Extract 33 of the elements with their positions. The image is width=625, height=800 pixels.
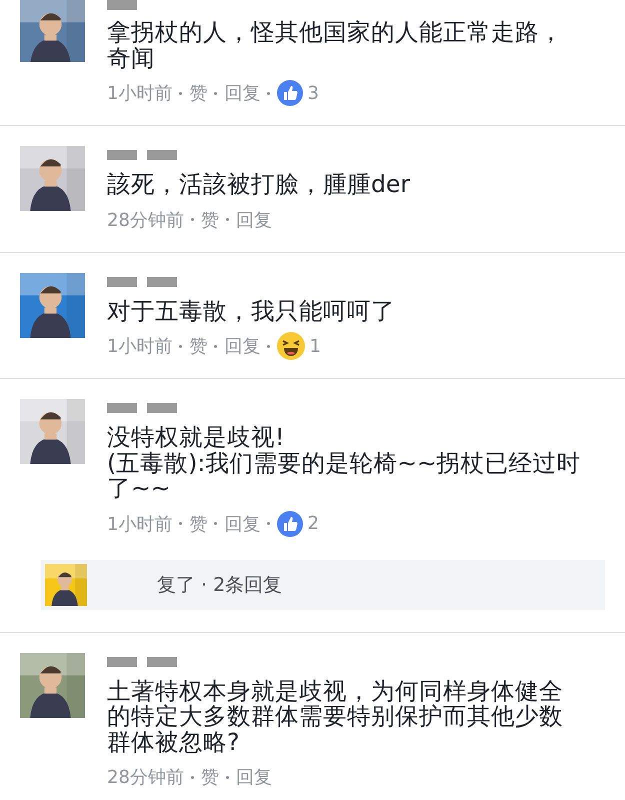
timestamp: 1小时前 — [107, 512, 172, 536]
like-link[interactable]: 赞 — [189, 334, 208, 358]
replies-bar[interactable]: 复了 · 2条回复 — [41, 560, 605, 610]
redaction-mark — [147, 150, 177, 160]
comment-text: 土著特权本身就是歧视，为何同样身体健全的特定大多数群体需要特别保护而其他少数群体被忽略? — [107, 678, 564, 755]
comment-text: 該死，活該被打臉，腫腫der — [107, 172, 412, 198]
timestamp: 28分钟前 — [107, 766, 184, 789]
reply-link[interactable]: 回复 — [224, 334, 260, 358]
reply-link[interactable]: 回复 — [236, 208, 272, 232]
timestamp: 28分钟前 — [107, 208, 184, 232]
like-link[interactable]: 赞 — [189, 81, 208, 105]
timestamp: 1小时前 — [107, 335, 172, 358]
reply-link[interactable]: 回复 — [224, 512, 260, 536]
like-link[interactable]: 赞 — [200, 208, 219, 232]
redaction-mark — [147, 276, 177, 286]
reply-link[interactable]: 回复 — [224, 81, 260, 105]
timestamp: 1小时前 — [107, 82, 172, 105]
reaction-count: 3 — [307, 82, 319, 104]
redaction-mark — [107, 150, 137, 160]
reply-link[interactable]: 回复 — [236, 765, 272, 789]
redaction-mark — [107, 0, 137, 10]
reaction-count: 1 — [309, 336, 321, 356]
redaction-mark — [147, 403, 177, 413]
redaction-mark — [107, 656, 137, 666]
like-link[interactable]: 赞 — [189, 512, 208, 536]
redaction-mark — [147, 656, 177, 666]
redaction-mark — [107, 403, 137, 413]
reaction-count: 2 — [307, 513, 319, 534]
comment-text: 没特权就是歧视! (五毒散):我们需要的是轮椅~~拐杖已经过时了~~ — [107, 425, 581, 502]
redaction-mark — [107, 276, 137, 286]
like-link[interactable]: 赞 — [200, 765, 219, 789]
comment-text: 拿拐杖的人，怪其他国家的人能正常走路，奇闻 — [107, 20, 564, 71]
comment-text: 对于五毒散，我只能呵呵了 — [107, 298, 396, 324]
